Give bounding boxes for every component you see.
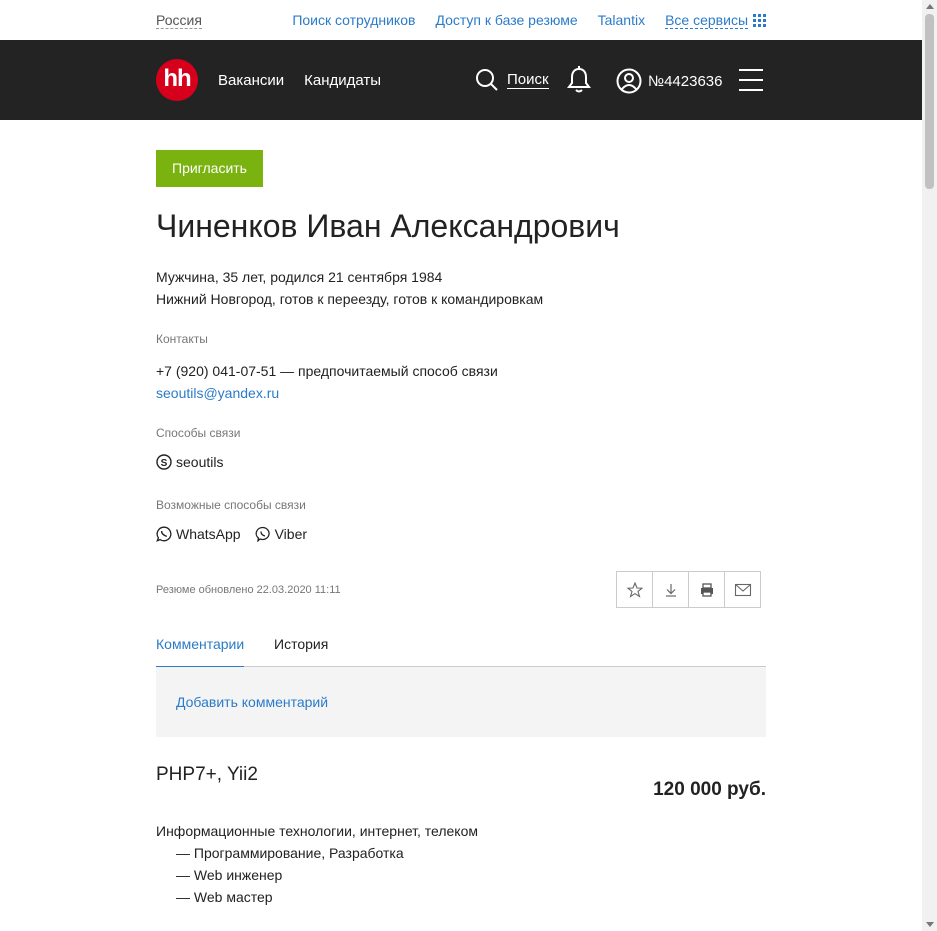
star-icon — [626, 581, 643, 598]
whatsapp-label: WhatsApp — [176, 526, 241, 542]
scrollbar-thumb[interactable] — [925, 14, 934, 189]
whatsapp-icon — [156, 526, 172, 542]
phone-text: +7 (920) 041-07-51 — предпочитаемый спос… — [156, 363, 498, 379]
resume-tabs: Комментарии История — [156, 630, 766, 668]
envelope-icon — [734, 583, 751, 596]
favorite-button[interactable] — [616, 571, 653, 608]
account-menu[interactable]: №4423636 — [616, 68, 723, 94]
skype-name: seoutils — [176, 454, 224, 470]
position-title: PHP7+, Yii2 — [156, 764, 258, 785]
header-search-button[interactable]: Поиск — [475, 68, 549, 92]
industry-field: Информационные технологии, интернет, тел… — [156, 823, 478, 839]
specializations: Информационные технологии, интернет, тел… — [156, 820, 478, 908]
communication-label: Способы связи — [156, 426, 241, 440]
page-scrollbar[interactable] — [922, 0, 937, 931]
specialization-item: — Программирование, Разработка — [176, 845, 404, 861]
viber-icon — [255, 526, 271, 542]
tab-history[interactable]: История — [274, 636, 328, 666]
messengers: WhatsApp Viber — [156, 526, 321, 542]
top-links: Поиск сотрудников Доступ к базе резюме T… — [272, 12, 766, 29]
skype-contact: S seoutils — [156, 454, 223, 470]
top-bar: Россия Поиск сотрудников Доступ к базе р… — [0, 0, 922, 40]
svg-text:S: S — [161, 458, 168, 469]
link-resume-access[interactable]: Доступ к базе резюме — [435, 12, 577, 29]
download-button[interactable] — [652, 571, 689, 608]
meta-line-2: Нижний Новгород, готов к переезду, готов… — [156, 291, 544, 307]
user-icon — [616, 68, 642, 94]
bell-icon — [567, 66, 591, 93]
updated-timestamp: Резюме обновлено 22.03.2020 11:11 — [156, 584, 341, 596]
nav-candidates[interactable]: Кандидаты — [304, 72, 381, 89]
scroll-up-arrow[interactable] — [926, 4, 934, 9]
main-header: hh Вакансии Кандидаты Поиск №4423636 — [0, 40, 922, 120]
email-link[interactable]: seoutils@yandex.ru — [156, 385, 279, 401]
candidate-name: Чиненков Иван Александрович — [156, 208, 620, 244]
invite-button[interactable]: Пригласить — [156, 150, 263, 187]
scroll-down-arrow[interactable] — [926, 922, 934, 927]
email-resume-button[interactable] — [724, 571, 761, 608]
search-label: Поиск — [507, 70, 549, 89]
account-number: №4423636 — [648, 72, 723, 90]
grid-icon — [753, 14, 766, 27]
tab-comments[interactable]: Комментарии — [156, 636, 245, 668]
viber-contact: Viber — [255, 526, 307, 542]
region-selector[interactable]: Россия — [156, 12, 202, 29]
printer-icon — [700, 582, 713, 597]
add-comment-link[interactable]: Добавить комментарий — [176, 694, 328, 710]
hh-logo[interactable]: hh — [156, 59, 198, 101]
candidate-meta: Мужчина, 35 лет, родился 21 сентября 198… — [156, 266, 543, 310]
whatsapp-contact: WhatsApp — [156, 526, 241, 542]
main-nav: Вакансии Кандидаты — [218, 72, 401, 89]
notifications-button[interactable] — [566, 66, 592, 99]
viber-label: Viber — [274, 526, 308, 542]
contacts-block: +7 (920) 041-07-51 — предпочитаемый спос… — [156, 360, 498, 404]
contacts-label: Контакты — [156, 332, 208, 346]
search-icon — [476, 69, 498, 91]
print-button[interactable] — [688, 571, 725, 608]
nav-vacancies[interactable]: Вакансии — [218, 72, 284, 89]
specialization-item: — Web инженер — [176, 867, 283, 883]
link-search-employees[interactable]: Поиск сотрудников — [292, 12, 415, 29]
resume-actions — [616, 571, 761, 608]
link-talantix[interactable]: Talantix — [598, 12, 645, 29]
all-services-link[interactable]: Все сервисы — [665, 12, 766, 29]
specialization-item: — Web мастер — [176, 889, 273, 905]
meta-line-1: Мужчина, 35 лет, родился 21 сентября 198… — [156, 269, 443, 285]
all-services-label: Все сервисы — [665, 12, 748, 29]
possible-communication-label: Возможные способы связи — [156, 498, 306, 512]
download-icon — [665, 583, 676, 597]
skype-icon: S — [156, 454, 172, 470]
salary: 120 000 руб. — [653, 779, 766, 800]
comment-panel: Добавить комментарий — [156, 667, 766, 737]
menu-icon[interactable] — [739, 69, 763, 99]
